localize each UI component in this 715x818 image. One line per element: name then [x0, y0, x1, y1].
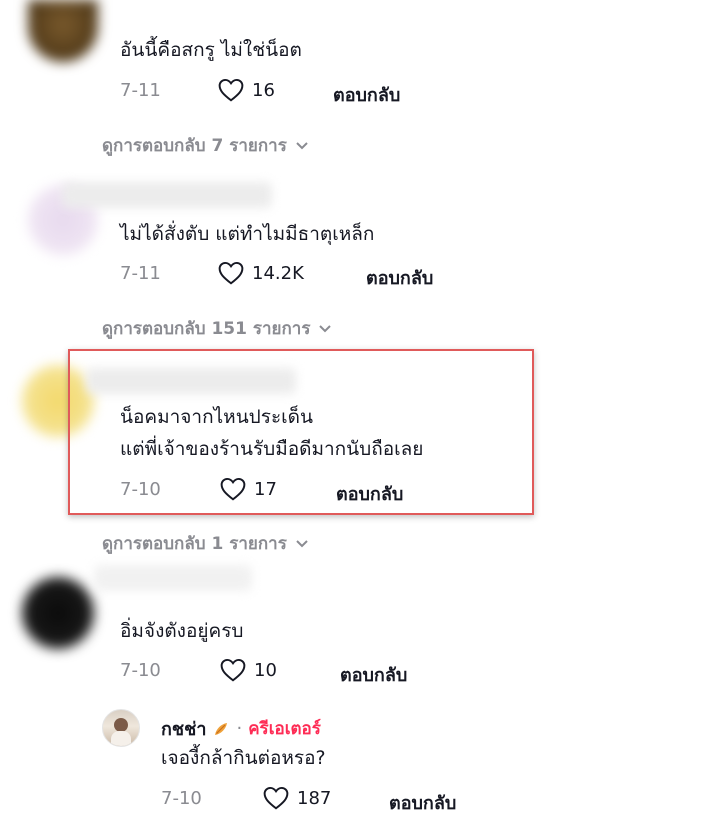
view-replies-button[interactable]: ดูการตอบกลับ 7 รายการ: [102, 132, 309, 159]
comment-date: 7-10: [120, 479, 161, 500]
reply-button[interactable]: ตอบกลับ: [336, 479, 403, 508]
reply-button[interactable]: ตอบกลับ: [366, 263, 433, 292]
reply-button[interactable]: ตอบกลับ: [333, 80, 400, 109]
view-replies-label: ดูการตอบกลับ 7 รายการ: [102, 136, 287, 156]
like-count: 16: [252, 79, 275, 101]
reply-button[interactable]: ตอบกลับ: [340, 660, 407, 689]
heart-outline-icon: [220, 477, 246, 501]
like-button[interactable]: 187: [263, 786, 331, 810]
view-replies-label: ดูการตอบกลับ 1 รายการ: [102, 534, 287, 554]
heart-outline-icon: [220, 658, 246, 682]
like-count: 187: [297, 787, 332, 809]
username-redacted: [62, 182, 272, 208]
avatar[interactable]: [22, 577, 94, 649]
chevron-down-icon: [296, 141, 308, 149]
chevron-down-icon: [296, 539, 308, 547]
view-replies-label: ดูการตอบกลับ 151 รายการ: [102, 319, 311, 339]
username-redacted: [94, 565, 252, 591]
heart-outline-icon: [218, 261, 244, 285]
reply-date: 7-10: [161, 788, 202, 809]
comment-text: อิ่มจังตังอยู่ครบ: [120, 620, 244, 642]
comment-date: 7-11: [120, 263, 161, 284]
heart-outline-icon: [218, 78, 244, 102]
chevron-down-icon: [319, 324, 332, 332]
reply-text: เจองี้กล้ากินต่อหรอ?: [161, 747, 326, 769]
reply-button[interactable]: ตอบกลับ: [389, 788, 456, 817]
like-count: 14.2K: [252, 262, 304, 284]
view-replies-button[interactable]: ดูการตอบกลับ 151 รายการ: [102, 315, 332, 342]
comment-date: 7-11: [120, 80, 161, 101]
comment-text-line-1: น็อคมาจากไหนประเด็น: [120, 406, 313, 428]
like-button[interactable]: 17: [220, 477, 277, 501]
like-count: 10: [254, 659, 277, 681]
like-button[interactable]: 10: [220, 658, 277, 682]
heart-outline-icon: [263, 786, 289, 810]
comment-text: อันนี้คือสกรู ไม่ใช่น็อต: [120, 39, 302, 61]
avatar-figure: [114, 718, 128, 732]
avatar-body: [111, 731, 131, 746]
like-button[interactable]: 14.2K: [218, 261, 304, 285]
reply-author[interactable]: กชช่า · ครีเอเตอร์: [161, 714, 321, 743]
creator-avatar[interactable]: [102, 709, 140, 747]
like-button[interactable]: 16: [218, 78, 275, 102]
avatar[interactable]: [28, 0, 98, 62]
comment-text: ไม่ได้สั่งตับ แต่ทำไมมีธาตุเหล็ก: [120, 223, 375, 245]
view-replies-button[interactable]: ดูการตอบกลับ 1 รายการ: [102, 530, 309, 557]
comment-text-line-2: แต่พี่เจ้าของร้านรับมือดีมากนับถือเลย: [120, 438, 424, 460]
separator: ·: [236, 718, 243, 739]
reply-username: กชช่า: [161, 719, 207, 740]
creator-label: ครีเอเตอร์: [248, 719, 321, 739]
creator-badge-icon: [215, 722, 228, 735]
comment-date: 7-10: [120, 660, 161, 681]
like-count: 17: [254, 478, 277, 500]
